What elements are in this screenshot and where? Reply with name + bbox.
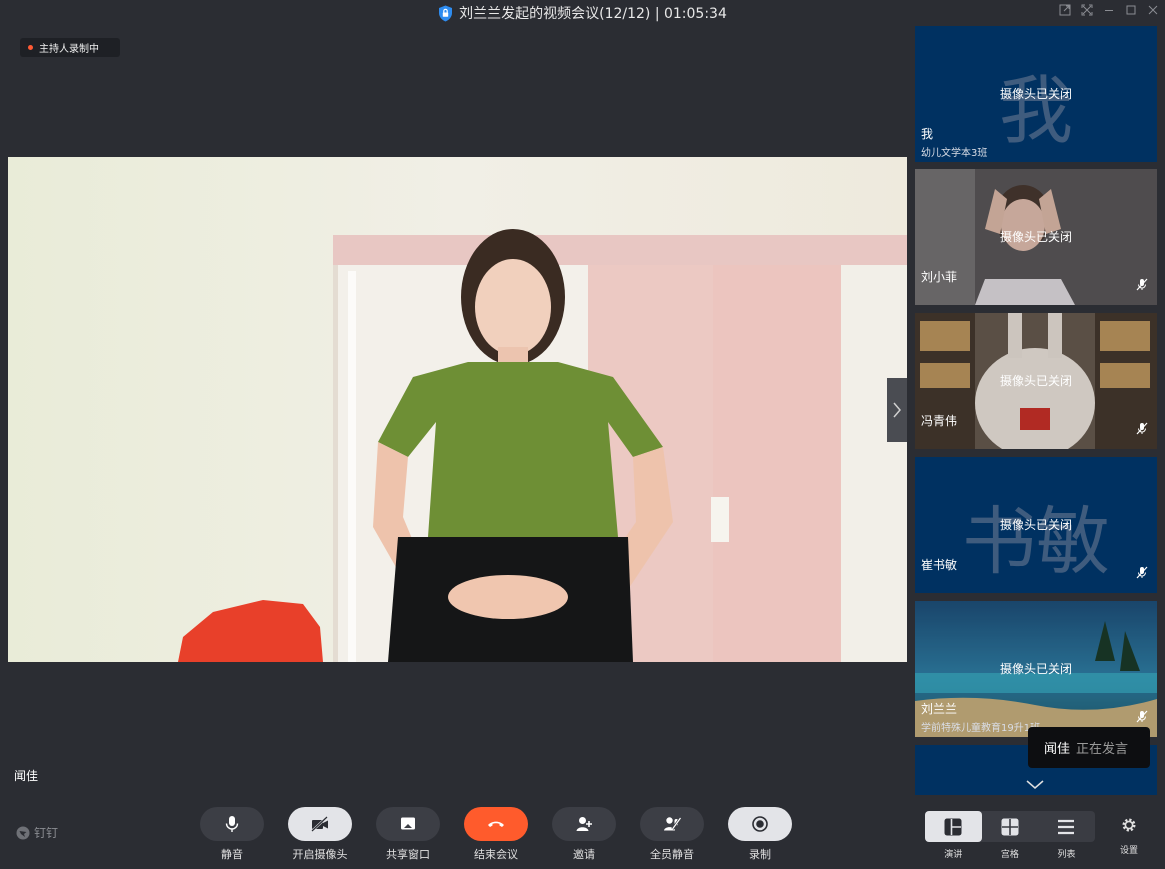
participant-tile[interactable]: 书敏 摄像头已关闭 崔书敏: [915, 457, 1157, 593]
participant-tile[interactable]: 我 摄像头已关闭 我 幼儿文学本3班: [915, 26, 1157, 162]
chevron-down-icon: [1026, 780, 1044, 789]
settings-button[interactable]: 设置: [1117, 817, 1141, 856]
participant-name: 刘小菲: [921, 270, 958, 284]
camera-status: 摄像头已关闭: [999, 662, 1072, 676]
speaker-video[interactable]: [8, 157, 907, 662]
camera-status: 摄像头已关闭: [999, 87, 1072, 101]
fullscreen-icon[interactable]: [1081, 4, 1093, 16]
mic-muted-icon: [1136, 422, 1148, 435]
camera-off-icon: [311, 816, 328, 832]
speaking-indicator: 闻佳 正在发言: [1028, 727, 1150, 768]
invite-button[interactable]: 邀请: [552, 807, 616, 862]
gear-icon: [1122, 818, 1136, 832]
minimize-icon[interactable]: [1103, 4, 1115, 16]
bottom-toolbar: 钉钉 静音 开启摄像头 共享窗口 结束会议 邀请 全员静音 录制 演讲 宫格 列…: [0, 795, 1165, 869]
title-area: 刘兰兰发起的视频会议(12/12) | 01:05:34: [0, 3, 1165, 23]
brand-label: 钉钉: [34, 826, 59, 840]
end-meeting-label: 结束会议: [474, 848, 518, 861]
participant-name: 刘兰兰: [921, 702, 958, 716]
view-speaker-button[interactable]: [925, 811, 982, 842]
add-user-icon: [576, 817, 592, 831]
avatar-text: 我: [999, 68, 1073, 154]
window-title: 刘兰兰发起的视频会议(12/12) | 01:05:34: [459, 6, 727, 22]
popout-icon[interactable]: [1059, 4, 1071, 16]
speaking-status: 正在发言: [1076, 742, 1129, 757]
main-video-stage: 主持人录制中 闻佳: [8, 26, 907, 794]
share-window-pill[interactable]: [376, 807, 440, 841]
settings-label: 设置: [1119, 846, 1138, 856]
mute-button[interactable]: 静音: [200, 807, 264, 862]
camera-status: 摄像头已关闭: [999, 230, 1072, 244]
participant-tile[interactable]: 摄像头已关闭 刘兰兰 学前特殊儿童教育19升1班: [915, 601, 1157, 737]
chevron-right-icon: [893, 402, 901, 418]
share-window-label: 共享窗口: [386, 848, 430, 861]
end-meeting-button[interactable]: 结束会议: [464, 807, 528, 862]
share-screen-icon: [401, 817, 415, 830]
shield-lock-icon: [439, 5, 453, 21]
camera-button[interactable]: 开启摄像头: [288, 807, 352, 862]
close-icon[interactable]: [1147, 4, 1159, 16]
participant-name: 我: [921, 127, 934, 141]
end-meeting-pill[interactable]: [464, 807, 528, 841]
participant-name: 崔书敏: [921, 558, 958, 572]
record-icon: [752, 816, 768, 832]
title-bar: 刘兰兰发起的视频会议(12/12) | 01:05:34: [0, 0, 1165, 24]
participant-tile[interactable]: 摄像头已关闭 冯青伟: [915, 313, 1157, 449]
window-controls: [1059, 4, 1159, 16]
mute-all-pill[interactable]: [640, 807, 704, 841]
meeting-window: 刘兰兰发起的视频会议(12/12) | 01:05:34 主持人录制中 闻佳 我…: [0, 0, 1165, 869]
layout-switcher: [925, 811, 1095, 842]
participant-class: 幼儿文学本3班: [921, 148, 988, 159]
camera-status: 摄像头已关闭: [999, 374, 1072, 388]
mute-all-icon: [664, 817, 682, 831]
speaking-name: 闻佳: [1044, 742, 1071, 757]
maximize-icon[interactable]: [1125, 4, 1137, 16]
share-window-button[interactable]: 共享窗口: [376, 807, 440, 862]
record-button-pill[interactable]: [728, 807, 792, 841]
participant-list: 我 摄像头已关闭 我 幼儿文学本3班 摄像头已关闭 刘小菲 摄像头已关闭 冯青伟…: [915, 26, 1157, 795]
mic-muted-icon: [1136, 710, 1148, 723]
dingtalk-logo-icon: [16, 826, 30, 839]
view-grid-button[interactable]: [982, 811, 1039, 842]
brand: 钉钉: [16, 824, 58, 841]
participant-tile[interactable]: 摄像头已关闭 刘小菲: [915, 169, 1157, 305]
record-button-label: 录制: [749, 848, 771, 861]
participant-class: 学前特殊儿童教育19升1班: [921, 723, 1041, 734]
camera-button-label: 开启摄像头: [292, 848, 348, 861]
view-list-button[interactable]: [1038, 811, 1095, 842]
speaker-name-label: 闻佳: [14, 769, 39, 783]
mute-button-label: 静音: [221, 848, 243, 861]
mic-muted-icon: [1136, 566, 1148, 579]
invite-button-label: 邀请: [573, 848, 595, 861]
camera-status: 摄像头已关闭: [999, 518, 1072, 532]
speaker-video-frame: [8, 157, 907, 662]
record-button[interactable]: 录制: [728, 807, 792, 862]
microphone-icon: [225, 816, 239, 832]
invite-button-pill[interactable]: [552, 807, 616, 841]
recording-badge: 主持人录制中: [20, 38, 120, 57]
hang-up-icon: [488, 821, 504, 827]
camera-button-pill[interactable]: [288, 807, 352, 841]
mute-all-button[interactable]: 全员静音: [640, 807, 704, 862]
expand-panel-button[interactable]: [887, 378, 907, 442]
mute-button-pill[interactable]: [200, 807, 264, 841]
speaker-layout-icon: [944, 818, 962, 835]
view-grid-label: 宫格: [1000, 850, 1019, 860]
layout-switcher-labels: 演讲 宫格 列表: [925, 847, 1095, 860]
recording-dot-icon: [28, 45, 33, 50]
participant-name: 冯青伟: [921, 414, 958, 428]
list-layout-icon: [1058, 819, 1075, 834]
scroll-more-button[interactable]: [1014, 774, 1056, 796]
grid-layout-icon: [1001, 818, 1019, 835]
mic-muted-icon: [1136, 278, 1148, 291]
view-list-label: 列表: [1057, 850, 1076, 860]
view-speaker-label: 演讲: [944, 850, 963, 860]
mute-all-label: 全员静音: [650, 848, 694, 861]
recording-badge-label: 主持人录制中: [39, 44, 99, 55]
